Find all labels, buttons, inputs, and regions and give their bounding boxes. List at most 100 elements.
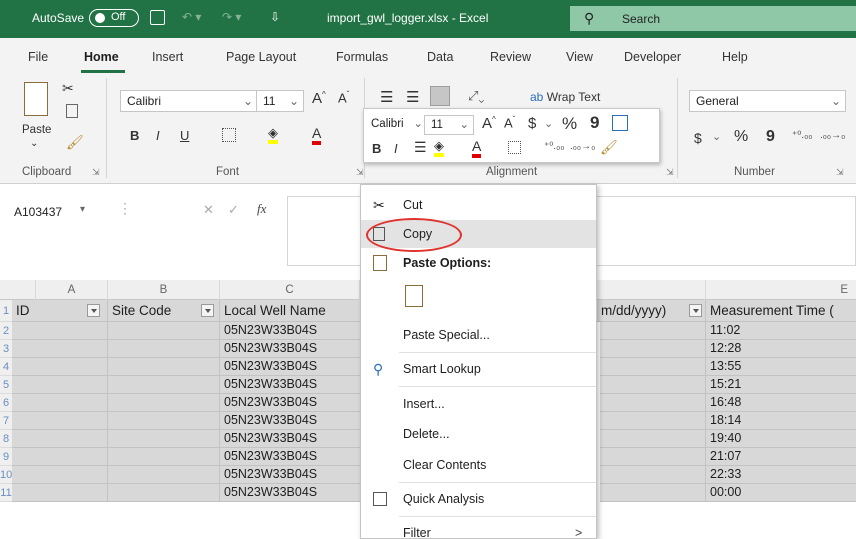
column-header-c[interactable]: C xyxy=(220,280,360,300)
mini-percent-button[interactable]: % xyxy=(562,114,577,134)
comma-style-button[interactable]: 9 xyxy=(766,128,775,146)
increase-font-icon[interactable]: A^ xyxy=(312,90,326,107)
header-cell-id[interactable]: ID xyxy=(12,300,108,322)
filter-dropdown-icon[interactable] xyxy=(87,300,103,321)
table-cell[interactable]: 18:14 xyxy=(706,412,856,430)
font-name-dropdown[interactable]: Calibri ⌄ xyxy=(120,90,258,112)
table-cell[interactable] xyxy=(12,358,108,376)
paste-icon[interactable] xyxy=(24,82,48,116)
row-header[interactable]: 11 xyxy=(0,484,12,502)
table-cell[interactable] xyxy=(108,358,220,376)
align-bottom-icon[interactable] xyxy=(430,86,450,106)
column-header-d[interactable] xyxy=(600,280,706,300)
mini-increase-decimal-icon[interactable]: ⁺⁰.₀₀ xyxy=(544,141,564,152)
table-cell[interactable] xyxy=(600,466,706,484)
decrease-font-icon[interactable]: Aˇ xyxy=(338,90,349,105)
name-box[interactable]: A103437 xyxy=(14,201,110,223)
table-cell[interactable]: 21:07 xyxy=(706,448,856,466)
filter-dropdown-icon[interactable] xyxy=(201,300,217,321)
select-all-corner[interactable] xyxy=(0,280,36,300)
cut-icon[interactable]: ✂ xyxy=(62,80,74,97)
table-cell[interactable] xyxy=(12,394,108,412)
header-cell-measurement-time[interactable]: Measurement Time ( xyxy=(706,300,856,322)
format-painter-icon[interactable]: 🖌 xyxy=(66,134,84,151)
table-cell[interactable]: 05N23W33B04S xyxy=(220,394,360,412)
table-cell[interactable] xyxy=(12,466,108,484)
table-cell[interactable] xyxy=(108,322,220,340)
search-box[interactable]: ⚲ Search xyxy=(570,6,856,31)
column-header-b[interactable]: B xyxy=(108,280,220,300)
table-cell[interactable]: 22:33 xyxy=(706,466,856,484)
clipboard-launcher-icon[interactable]: ⇲ xyxy=(92,167,100,178)
percent-button[interactable]: % xyxy=(734,128,748,146)
table-cell[interactable] xyxy=(12,376,108,394)
font-size-dropdown[interactable]: 11 ⌄ xyxy=(256,90,304,112)
copy-icon[interactable] xyxy=(66,104,78,118)
table-cell[interactable]: 19:40 xyxy=(706,430,856,448)
table-cell[interactable] xyxy=(108,412,220,430)
font-launcher-icon[interactable]: ⇲ xyxy=(356,167,364,178)
table-cell[interactable]: 05N23W33B04S xyxy=(220,358,360,376)
tab-formulas[interactable]: Formulas xyxy=(336,50,388,64)
header-cell-site-code[interactable]: Site Code xyxy=(108,300,220,322)
format-as-table-icon[interactable] xyxy=(612,115,628,131)
undo-icon[interactable]: ↶ ▾ xyxy=(182,10,201,24)
row-header[interactable]: 4 xyxy=(0,358,12,376)
table-cell[interactable] xyxy=(600,376,706,394)
table-cell[interactable] xyxy=(12,484,108,502)
table-cell[interactable] xyxy=(12,430,108,448)
mini-font-color-icon[interactable]: A xyxy=(472,139,482,158)
paste-option-icon[interactable] xyxy=(405,285,423,307)
menu-item-smart-lookup[interactable]: ⚲ Smart Lookup xyxy=(361,355,596,383)
mini-italic-button[interactable]: I xyxy=(394,141,398,156)
insert-function-button[interactable]: fx xyxy=(257,201,266,217)
align-middle-icon[interactable]: ☰ xyxy=(406,88,419,106)
table-cell[interactable] xyxy=(108,394,220,412)
table-cell[interactable] xyxy=(600,430,706,448)
quick-access-dropdown-icon[interactable]: ⇩ xyxy=(270,10,280,24)
table-cell[interactable]: 05N23W33B04S xyxy=(220,448,360,466)
menu-item-paste-special[interactable]: Paste Special... xyxy=(361,321,596,349)
font-color-icon[interactable]: A xyxy=(312,126,322,145)
borders-icon[interactable] xyxy=(222,128,236,142)
mini-decrease-decimal-icon[interactable]: .₀₀→₀ xyxy=(570,141,595,152)
header-cell-date[interactable]: m/dd/yyyy) xyxy=(597,300,706,322)
fill-color-icon[interactable]: ◈ xyxy=(268,126,278,144)
tab-data[interactable]: Data xyxy=(427,50,453,64)
table-cell[interactable] xyxy=(600,484,706,502)
table-cell[interactable]: 13:55 xyxy=(706,358,856,376)
increase-decimal-icon[interactable]: ⁺⁰.₀₀ xyxy=(792,130,812,141)
row-header[interactable]: 5 xyxy=(0,376,12,394)
tab-help[interactable]: Help xyxy=(722,50,748,64)
table-cell[interactable] xyxy=(108,466,220,484)
table-cell[interactable] xyxy=(108,340,220,358)
table-cell[interactable] xyxy=(12,340,108,358)
bold-button[interactable]: B xyxy=(130,128,139,143)
tab-insert[interactable]: Insert xyxy=(152,50,183,64)
table-cell[interactable]: 15:21 xyxy=(706,376,856,394)
row-header[interactable]: 10 xyxy=(0,466,12,484)
table-cell[interactable] xyxy=(108,430,220,448)
table-cell[interactable]: 12:28 xyxy=(706,340,856,358)
table-cell[interactable]: 11:02 xyxy=(706,322,856,340)
increase-font-icon[interactable]: A^ xyxy=(482,115,496,132)
number-format-dropdown[interactable]: General ⌄ xyxy=(689,90,846,112)
decrease-decimal-icon[interactable]: .₀₀→₀ xyxy=(820,130,845,141)
name-box-dropdown-icon[interactable]: ▾ xyxy=(80,204,85,215)
table-cell[interactable]: 05N23W33B04S xyxy=(220,412,360,430)
tab-developer[interactable]: Developer xyxy=(624,50,681,64)
header-cell-local-well-name[interactable]: Local Well Name xyxy=(220,300,360,322)
table-cell[interactable] xyxy=(12,322,108,340)
tab-view[interactable]: View xyxy=(566,50,593,64)
table-cell[interactable]: 16:48 xyxy=(706,394,856,412)
mini-font-size[interactable]: 11 ⌄ xyxy=(424,115,474,135)
menu-item-cut[interactable]: ✂ Cut xyxy=(361,191,596,219)
number-launcher-icon[interactable]: ⇲ xyxy=(836,167,844,178)
chevron-down-icon[interactable]: ⌄ xyxy=(712,130,721,143)
table-cell[interactable]: 05N23W33B04S xyxy=(220,340,360,358)
filter-dropdown-icon[interactable] xyxy=(689,300,705,321)
table-cell[interactable]: 05N23W33B04S xyxy=(220,466,360,484)
column-header-a[interactable]: A xyxy=(36,280,108,300)
table-cell[interactable] xyxy=(600,322,706,340)
table-cell[interactable] xyxy=(600,340,706,358)
